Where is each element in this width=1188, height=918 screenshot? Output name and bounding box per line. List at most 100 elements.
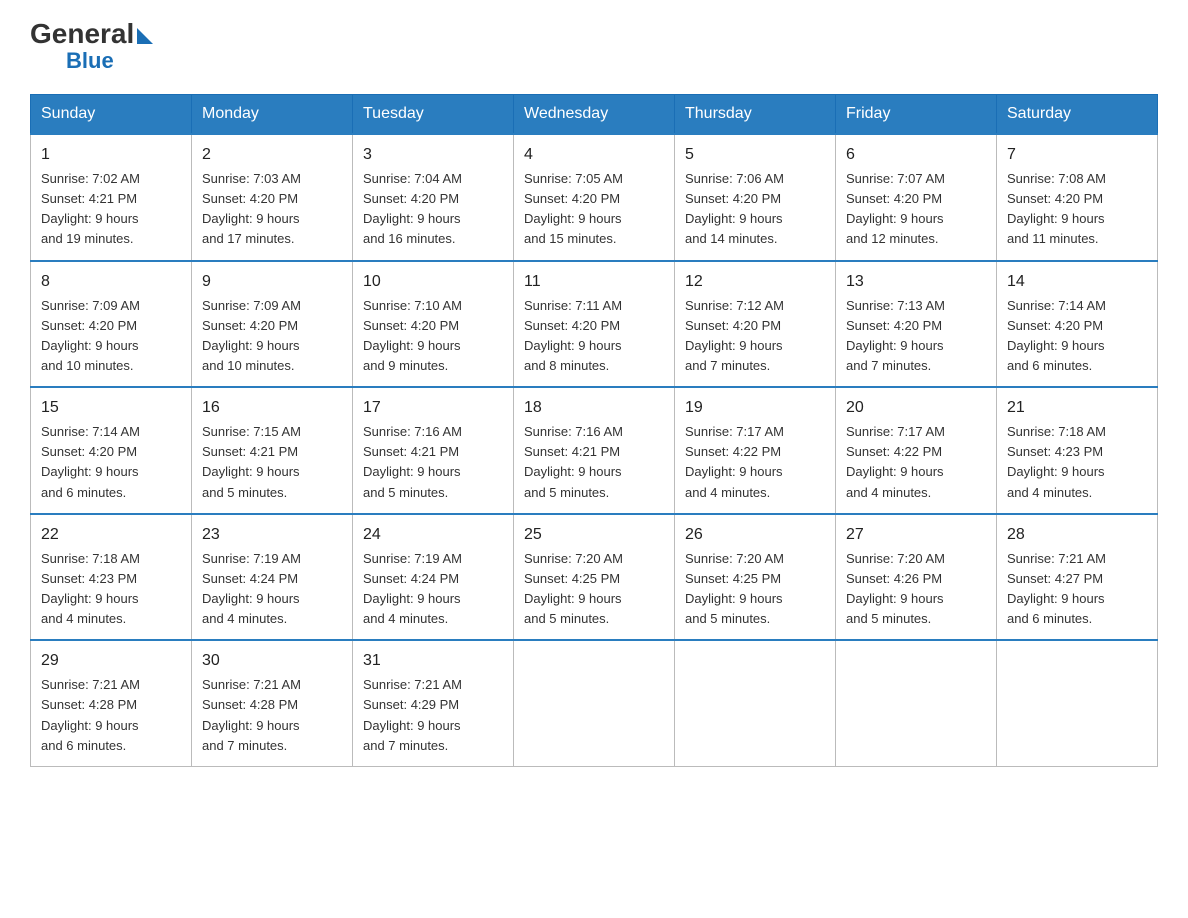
day-number: 8: [41, 270, 181, 294]
day-info: Sunrise: 7:14 AMSunset: 4:20 PMDaylight:…: [41, 422, 181, 503]
day-number: 27: [846, 523, 986, 547]
calendar-cell: 13Sunrise: 7:13 AMSunset: 4:20 PMDayligh…: [836, 261, 997, 388]
day-number: 5: [685, 143, 825, 167]
calendar-cell: 10Sunrise: 7:10 AMSunset: 4:20 PMDayligh…: [353, 261, 514, 388]
col-header-sunday: Sunday: [31, 95, 192, 135]
day-info: Sunrise: 7:21 AMSunset: 4:27 PMDaylight:…: [1007, 549, 1147, 630]
day-number: 20: [846, 396, 986, 420]
logo-arrow-icon: [137, 28, 153, 44]
calendar-cell: 31Sunrise: 7:21 AMSunset: 4:29 PMDayligh…: [353, 640, 514, 766]
calendar-cell: 4Sunrise: 7:05 AMSunset: 4:20 PMDaylight…: [514, 134, 675, 261]
calendar-cell: 26Sunrise: 7:20 AMSunset: 4:25 PMDayligh…: [675, 514, 836, 641]
day-number: 23: [202, 523, 342, 547]
day-info: Sunrise: 7:17 AMSunset: 4:22 PMDaylight:…: [685, 422, 825, 503]
col-header-wednesday: Wednesday: [514, 95, 675, 135]
calendar-header-row: SundayMondayTuesdayWednesdayThursdayFrid…: [31, 95, 1158, 135]
day-number: 6: [846, 143, 986, 167]
day-info: Sunrise: 7:13 AMSunset: 4:20 PMDaylight:…: [846, 296, 986, 377]
day-info: Sunrise: 7:09 AMSunset: 4:20 PMDaylight:…: [202, 296, 342, 377]
day-number: 13: [846, 270, 986, 294]
week-row-1: 1Sunrise: 7:02 AMSunset: 4:21 PMDaylight…: [31, 134, 1158, 261]
calendar-cell: 25Sunrise: 7:20 AMSunset: 4:25 PMDayligh…: [514, 514, 675, 641]
day-number: 21: [1007, 396, 1147, 420]
week-row-4: 22Sunrise: 7:18 AMSunset: 4:23 PMDayligh…: [31, 514, 1158, 641]
day-info: Sunrise: 7:03 AMSunset: 4:20 PMDaylight:…: [202, 169, 342, 250]
calendar-cell: 22Sunrise: 7:18 AMSunset: 4:23 PMDayligh…: [31, 514, 192, 641]
day-info: Sunrise: 7:19 AMSunset: 4:24 PMDaylight:…: [202, 549, 342, 630]
day-info: Sunrise: 7:20 AMSunset: 4:26 PMDaylight:…: [846, 549, 986, 630]
calendar-cell: 20Sunrise: 7:17 AMSunset: 4:22 PMDayligh…: [836, 387, 997, 514]
day-info: Sunrise: 7:10 AMSunset: 4:20 PMDaylight:…: [363, 296, 503, 377]
calendar-cell: [997, 640, 1158, 766]
calendar-cell: 19Sunrise: 7:17 AMSunset: 4:22 PMDayligh…: [675, 387, 836, 514]
day-number: 25: [524, 523, 664, 547]
day-info: Sunrise: 7:11 AMSunset: 4:20 PMDaylight:…: [524, 296, 664, 377]
day-info: Sunrise: 7:04 AMSunset: 4:20 PMDaylight:…: [363, 169, 503, 250]
calendar-cell: 14Sunrise: 7:14 AMSunset: 4:20 PMDayligh…: [997, 261, 1158, 388]
day-number: 1: [41, 143, 181, 167]
day-info: Sunrise: 7:18 AMSunset: 4:23 PMDaylight:…: [41, 549, 181, 630]
day-info: Sunrise: 7:06 AMSunset: 4:20 PMDaylight:…: [685, 169, 825, 250]
calendar-cell: 18Sunrise: 7:16 AMSunset: 4:21 PMDayligh…: [514, 387, 675, 514]
calendar-cell: 1Sunrise: 7:02 AMSunset: 4:21 PMDaylight…: [31, 134, 192, 261]
day-info: Sunrise: 7:20 AMSunset: 4:25 PMDaylight:…: [524, 549, 664, 630]
week-row-3: 15Sunrise: 7:14 AMSunset: 4:20 PMDayligh…: [31, 387, 1158, 514]
calendar-table: SundayMondayTuesdayWednesdayThursdayFrid…: [30, 94, 1158, 767]
day-number: 29: [41, 649, 181, 673]
calendar-cell: 17Sunrise: 7:16 AMSunset: 4:21 PMDayligh…: [353, 387, 514, 514]
logo: General Blue: [30, 20, 153, 74]
col-header-friday: Friday: [836, 95, 997, 135]
day-info: Sunrise: 7:17 AMSunset: 4:22 PMDaylight:…: [846, 422, 986, 503]
day-info: Sunrise: 7:19 AMSunset: 4:24 PMDaylight:…: [363, 549, 503, 630]
calendar-cell: [675, 640, 836, 766]
week-row-5: 29Sunrise: 7:21 AMSunset: 4:28 PMDayligh…: [31, 640, 1158, 766]
calendar-cell: 28Sunrise: 7:21 AMSunset: 4:27 PMDayligh…: [997, 514, 1158, 641]
page-header: General Blue: [30, 20, 1158, 74]
logo-general-text: General: [30, 20, 134, 48]
day-number: 4: [524, 143, 664, 167]
day-info: Sunrise: 7:02 AMSunset: 4:21 PMDaylight:…: [41, 169, 181, 250]
calendar-cell: [514, 640, 675, 766]
calendar-cell: 2Sunrise: 7:03 AMSunset: 4:20 PMDaylight…: [192, 134, 353, 261]
day-info: Sunrise: 7:15 AMSunset: 4:21 PMDaylight:…: [202, 422, 342, 503]
day-number: 28: [1007, 523, 1147, 547]
calendar-cell: 24Sunrise: 7:19 AMSunset: 4:24 PMDayligh…: [353, 514, 514, 641]
calendar-cell: 12Sunrise: 7:12 AMSunset: 4:20 PMDayligh…: [675, 261, 836, 388]
calendar-cell: 30Sunrise: 7:21 AMSunset: 4:28 PMDayligh…: [192, 640, 353, 766]
col-header-tuesday: Tuesday: [353, 95, 514, 135]
day-info: Sunrise: 7:16 AMSunset: 4:21 PMDaylight:…: [524, 422, 664, 503]
calendar-cell: 21Sunrise: 7:18 AMSunset: 4:23 PMDayligh…: [997, 387, 1158, 514]
day-number: 18: [524, 396, 664, 420]
calendar-cell: 16Sunrise: 7:15 AMSunset: 4:21 PMDayligh…: [192, 387, 353, 514]
day-number: 19: [685, 396, 825, 420]
calendar-cell: 29Sunrise: 7:21 AMSunset: 4:28 PMDayligh…: [31, 640, 192, 766]
calendar-cell: 3Sunrise: 7:04 AMSunset: 4:20 PMDaylight…: [353, 134, 514, 261]
day-number: 31: [363, 649, 503, 673]
calendar-cell: 8Sunrise: 7:09 AMSunset: 4:20 PMDaylight…: [31, 261, 192, 388]
day-number: 14: [1007, 270, 1147, 294]
day-number: 15: [41, 396, 181, 420]
day-number: 2: [202, 143, 342, 167]
col-header-monday: Monday: [192, 95, 353, 135]
calendar-cell: 7Sunrise: 7:08 AMSunset: 4:20 PMDaylight…: [997, 134, 1158, 261]
day-number: 7: [1007, 143, 1147, 167]
col-header-saturday: Saturday: [997, 95, 1158, 135]
calendar-cell: 11Sunrise: 7:11 AMSunset: 4:20 PMDayligh…: [514, 261, 675, 388]
day-number: 30: [202, 649, 342, 673]
day-number: 24: [363, 523, 503, 547]
logo-blue-text: Blue: [66, 48, 114, 74]
day-info: Sunrise: 7:21 AMSunset: 4:28 PMDaylight:…: [41, 675, 181, 756]
calendar-cell: [836, 640, 997, 766]
day-info: Sunrise: 7:09 AMSunset: 4:20 PMDaylight:…: [41, 296, 181, 377]
day-info: Sunrise: 7:07 AMSunset: 4:20 PMDaylight:…: [846, 169, 986, 250]
day-info: Sunrise: 7:08 AMSunset: 4:20 PMDaylight:…: [1007, 169, 1147, 250]
week-row-2: 8Sunrise: 7:09 AMSunset: 4:20 PMDaylight…: [31, 261, 1158, 388]
day-number: 9: [202, 270, 342, 294]
calendar-cell: 27Sunrise: 7:20 AMSunset: 4:26 PMDayligh…: [836, 514, 997, 641]
day-number: 12: [685, 270, 825, 294]
day-number: 22: [41, 523, 181, 547]
day-number: 26: [685, 523, 825, 547]
day-number: 3: [363, 143, 503, 167]
day-info: Sunrise: 7:20 AMSunset: 4:25 PMDaylight:…: [685, 549, 825, 630]
day-info: Sunrise: 7:18 AMSunset: 4:23 PMDaylight:…: [1007, 422, 1147, 503]
